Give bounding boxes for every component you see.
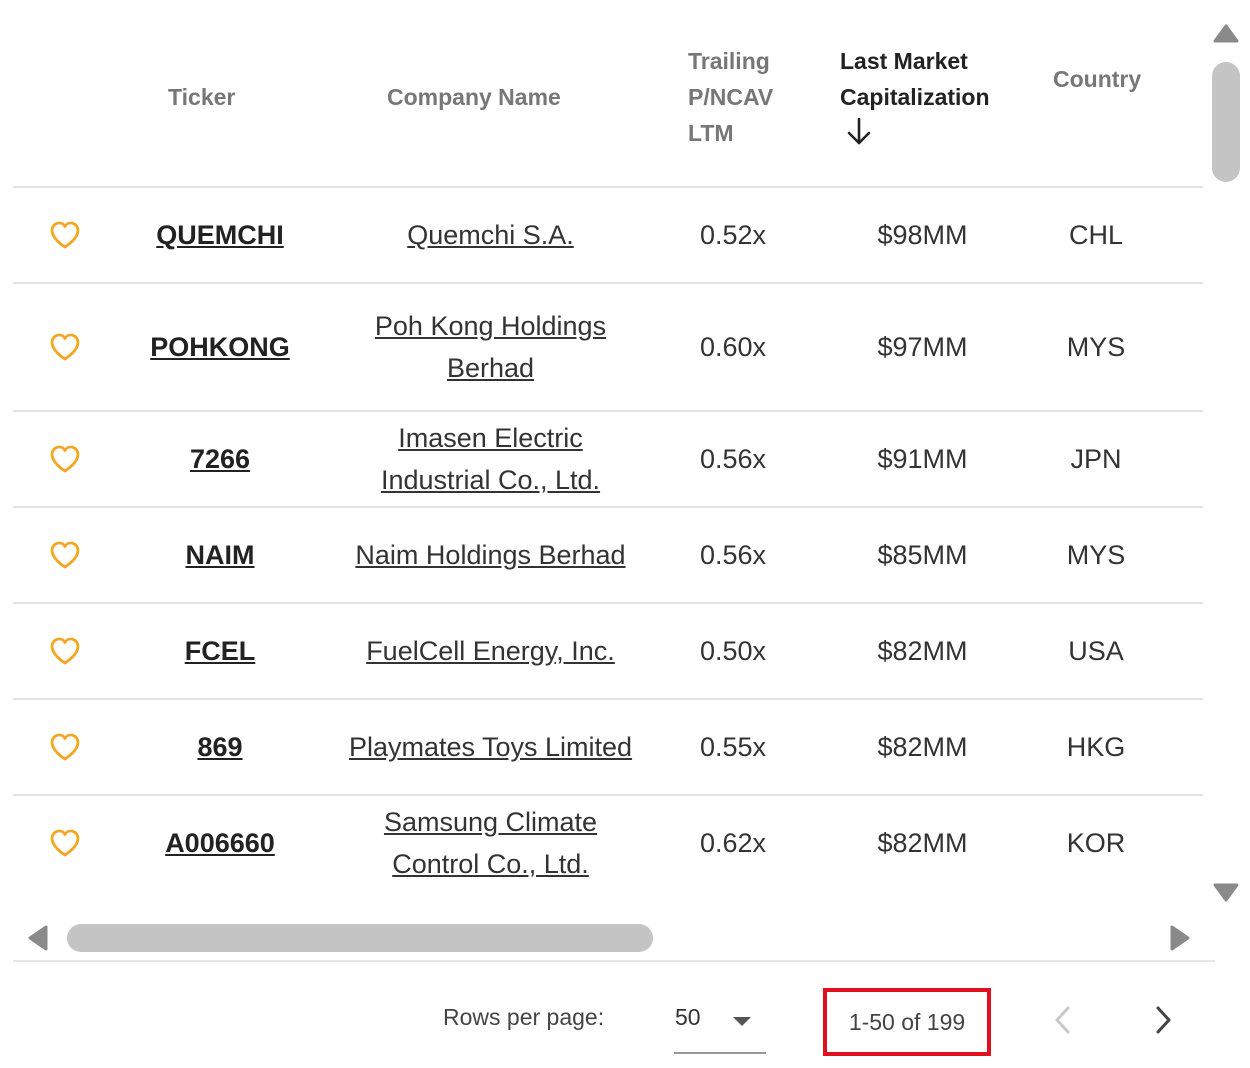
table-row: QUEMCHI Quemchi S.A. 0.52x $98MM CHL <box>13 188 1203 284</box>
company-name-link[interactable]: Poh Kong Holdings Berhad <box>348 284 633 410</box>
rows-per-page-select[interactable]: 50 <box>674 996 766 1054</box>
market-cap-value: $82MM <box>877 635 968 666</box>
table-row: A006660 Samsung Climate Control Co., Ltd.… <box>13 796 1203 890</box>
ticker-link[interactable]: 7266 <box>131 412 309 506</box>
pagination-range: 1-50 of 199 <box>823 988 991 1056</box>
chevron-right-icon[interactable] <box>1150 1004 1176 1036</box>
heart-outline-icon <box>50 221 80 249</box>
pncav-value: 0.56x <box>699 443 767 474</box>
company-name-link[interactable]: FuelCell Energy, Inc. <box>348 604 633 698</box>
ticker-link[interactable]: QUEMCHI <box>131 188 309 282</box>
heart-outline-icon <box>50 829 80 857</box>
scroll-left-arrow-icon[interactable] <box>26 924 50 952</box>
company-name-link[interactable]: Samsung Climate Control Co., Ltd. <box>348 796 633 890</box>
header-mcap-line2: Capitalization <box>840 84 990 110</box>
market-cap-value: $85MM <box>877 539 968 570</box>
heart-outline-icon <box>50 541 80 569</box>
rows-per-page-value: 50 <box>675 1004 701 1030</box>
country-value: USA <box>1068 635 1124 666</box>
table-row: NAIM Naim Holdings Berhad 0.56x $85MM MYS <box>13 508 1203 604</box>
favorite-button[interactable] <box>38 284 92 410</box>
ticker-link[interactable]: A006660 <box>131 796 309 890</box>
table-row: POHKONG Poh Kong Holdings Berhad 0.60x $97M… <box>13 284 1203 412</box>
country-value: HKG <box>1066 731 1126 762</box>
chevron-left-icon[interactable] <box>1050 1004 1076 1036</box>
footer-divider <box>13 960 1215 962</box>
table-row: FCEL FuelCell Energy, Inc. 0.50x $82MM USA <box>13 604 1203 700</box>
heart-outline-icon <box>50 333 80 361</box>
market-cap-value: $82MM <box>877 827 968 858</box>
company-name-link[interactable]: Quemchi S.A. <box>348 188 633 282</box>
scroll-up-arrow-icon[interactable] <box>1212 22 1240 44</box>
favorite-button[interactable] <box>38 508 92 602</box>
country-value: CHL <box>1068 219 1123 250</box>
favorite-button[interactable] <box>38 412 92 506</box>
country-value: MYS <box>1066 539 1126 570</box>
header-mcap-line1: Last Market <box>840 48 968 74</box>
company-name-link[interactable]: Playmates Toys Limited <box>348 700 633 794</box>
table-row: 869 Playmates Toys Limited 0.55x $82MM HKG <box>13 700 1203 796</box>
ticker-link[interactable]: POHKONG <box>131 284 309 410</box>
market-cap-value: $98MM <box>877 219 968 250</box>
header-pncav-line1: Trailing <box>688 48 770 74</box>
heart-outline-icon <box>50 445 80 473</box>
pncav-value: 0.55x <box>699 731 767 762</box>
favorite-button[interactable] <box>38 604 92 698</box>
pncav-value: 0.62x <box>699 827 767 858</box>
favorite-button[interactable] <box>38 188 92 282</box>
scroll-right-arrow-icon[interactable] <box>1168 924 1192 952</box>
table-header: Ticker Company Name Trailing P/NCAV LTM … <box>13 0 1203 188</box>
pncav-value: 0.50x <box>699 635 767 666</box>
header-last-market-cap[interactable]: Last Market Capitalization <box>840 43 1015 149</box>
country-value: JPN <box>1070 443 1122 474</box>
scroll-down-arrow-icon[interactable] <box>1212 882 1240 904</box>
ticker-link[interactable]: 869 <box>131 700 309 794</box>
country-value: KOR <box>1066 827 1126 858</box>
header-ticker[interactable]: Ticker <box>168 79 235 115</box>
header-country[interactable]: Country <box>1053 61 1141 97</box>
ticker-link[interactable]: FCEL <box>131 604 309 698</box>
sort-arrow-down-icon[interactable] <box>844 115 874 149</box>
heart-outline-icon <box>50 637 80 665</box>
table-row: 7266 Imasen Electric Industrial Co., Ltd.… <box>13 412 1203 508</box>
favorite-button[interactable] <box>38 700 92 794</box>
pncav-value: 0.56x <box>699 539 767 570</box>
header-pncav-line3: LTM <box>688 120 734 146</box>
market-cap-value: $97MM <box>877 331 968 362</box>
vertical-scrollbar-thumb[interactable] <box>1212 62 1240 182</box>
caret-down-icon <box>733 1017 751 1026</box>
market-cap-value: $91MM <box>877 443 968 474</box>
company-name-link[interactable]: Imasen Electric Industrial Co., Ltd. <box>348 412 633 506</box>
header-pncav-line2: P/NCAV <box>688 84 774 110</box>
company-name-link[interactable]: Naim Holdings Berhad <box>348 508 633 602</box>
heart-outline-icon <box>50 733 80 761</box>
pagination-range-text: 1-50 of 199 <box>848 1008 966 1035</box>
pncav-value: 0.52x <box>699 219 767 250</box>
pncav-value: 0.60x <box>699 331 767 362</box>
market-cap-value: $82MM <box>877 731 968 762</box>
favorite-button[interactable] <box>38 796 92 890</box>
header-trailing-pncav[interactable]: Trailing P/NCAV LTM <box>688 43 808 151</box>
rows-per-page-label: Rows per page: <box>443 1004 605 1030</box>
horizontal-scrollbar-thumb[interactable] <box>67 924 653 952</box>
data-table: Ticker Company Name Trailing P/NCAV LTM … <box>13 0 1203 890</box>
ticker-link[interactable]: NAIM <box>131 508 309 602</box>
header-company-name[interactable]: Company Name <box>387 79 561 115</box>
country-value: MYS <box>1066 331 1126 362</box>
